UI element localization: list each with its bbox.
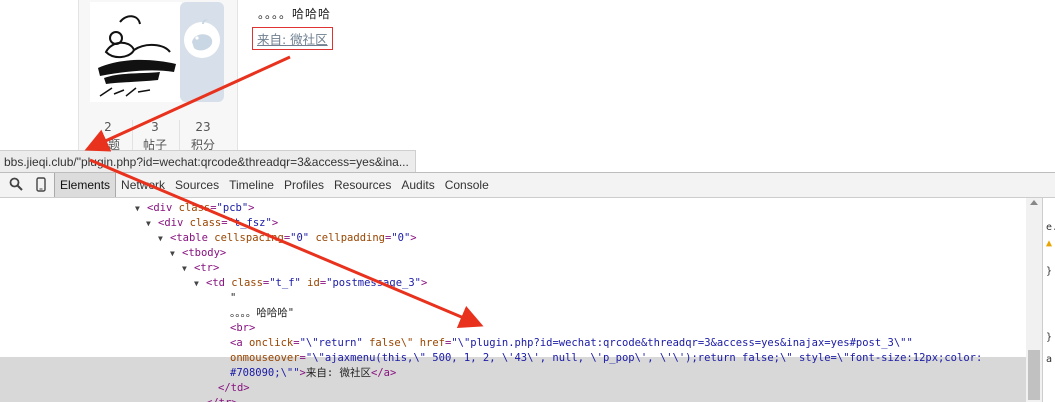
code-token: 。。。。哈哈哈": [230, 307, 295, 319]
scrollbar-thumb[interactable]: [1028, 350, 1040, 400]
code-token: id: [307, 277, 320, 289]
avatar-sketch-image: [98, 15, 176, 97]
tab-resources[interactable]: Resources: [329, 173, 396, 197]
avatar[interactable]: [90, 2, 182, 102]
wechat-avatar[interactable]: [180, 2, 224, 102]
expand-triangle-icon[interactable]: ▼: [135, 201, 147, 216]
post-message: 。。。。哈哈哈: [258, 7, 332, 21]
code-token: "\"plugin.php?id=wechat:qrcode&threadqr=…: [451, 337, 913, 349]
code-token: "t_f": [269, 277, 301, 289]
tab-network[interactable]: Network: [116, 173, 170, 197]
code-token: onclick: [248, 337, 294, 349]
code-token: "\"ajaxmenu(this,\" 500, 1, 2, \'43\', n…: [305, 352, 983, 364]
dom-tree-line[interactable]: #708090;\"">来自: 微社区</a>: [230, 366, 396, 381]
code-token: >: [271, 217, 279, 229]
styles-pane-text: e.: [1046, 222, 1055, 233]
devtools-panel: Elements Network Sources Timeline Profiles Re…: [0, 172, 1055, 402]
scroll-up-arrow-icon[interactable]: [1030, 200, 1038, 205]
dom-tree-line[interactable]: ▼ <table cellspacing="0" cellpadding="0">: [158, 231, 417, 246]
from-wsq-link[interactable]: 来自: 微社区: [252, 27, 333, 50]
dom-tree-line[interactable]: onmouseover="\"ajaxmenu(this,\" 500, 1, …: [230, 351, 982, 366]
code-token: <table: [170, 232, 215, 244]
stat-threads[interactable]: 2 主题: [86, 118, 130, 154]
stat-posts[interactable]: 3 帖子: [133, 118, 177, 154]
dom-tree-line[interactable]: ▼ <tbody>: [170, 246, 227, 261]
tab-console[interactable]: Console: [440, 173, 494, 197]
code-token: >: [248, 202, 255, 214]
code-token: href: [419, 337, 445, 349]
code-token: <div: [147, 202, 179, 214]
code-token: <a: [230, 337, 249, 349]
code-token: cellpadding: [315, 232, 385, 244]
devtools-toolbar: Elements Network Sources Timeline Profiles Re…: [0, 173, 1055, 198]
elements-tree: ▼ <div class="pcb"> ▼ <div class="t_fsz"> ▼ <…: [0, 198, 1026, 402]
device-mode-icon[interactable]: [33, 177, 49, 193]
dom-tree-line[interactable]: 。。。。哈哈哈": [230, 306, 294, 321]
whale-icon: [184, 19, 220, 58]
code-token: "postmessage_3": [326, 277, 421, 289]
code-token: #708090;\"": [230, 367, 300, 379]
styles-pane-text: a: [1046, 354, 1053, 365]
code-token: <tbody>: [182, 247, 227, 259]
tab-timeline[interactable]: Timeline: [224, 173, 279, 197]
stat-points[interactable]: 23 积分: [181, 118, 225, 154]
styles-pane-text: }: [1046, 332, 1053, 343]
code-token: >: [420, 277, 428, 289]
code-token: false\": [369, 337, 414, 349]
code-token: <br>: [230, 322, 256, 334]
code-token: "0": [290, 232, 310, 244]
expand-triangle-icon[interactable]: ▼: [170, 246, 182, 261]
devtools-tabs: Elements Network Sources Timeline Profiles Re…: [54, 173, 494, 197]
code-token: <div: [158, 217, 190, 229]
code-token: "pcb": [216, 202, 249, 214]
warning-icon: ▲: [1046, 238, 1053, 249]
forum-page: 2 主题 3 帖子 23 积分 。。。。哈哈哈 来自: 微社区 bbs.jieq…: [0, 0, 1055, 173]
expand-triangle-icon[interactable]: ▼: [182, 261, 194, 276]
dom-tree-line[interactable]: ▼ <td class="t_f" id="postmessage_3">: [194, 276, 428, 291]
dom-tree-line[interactable]: <br>: [230, 321, 255, 336]
code-token: >: [410, 232, 417, 244]
code-token: </tr>: [206, 397, 238, 402]
code-token: onmouseover: [230, 352, 300, 364]
dom-tree-line[interactable]: ▼ <tr>: [182, 261, 220, 276]
elements-scrollbar[interactable]: [1026, 198, 1042, 402]
tab-profiles[interactable]: Profiles: [279, 173, 329, 197]
code-token: <tr>: [194, 262, 220, 274]
code-token: </td>: [218, 382, 250, 394]
tab-elements[interactable]: Elements: [54, 173, 117, 197]
code-token: 来自: 微社区: [305, 367, 372, 379]
expand-triangle-icon[interactable]: ▼: [146, 216, 158, 231]
expand-triangle-icon[interactable]: ▼: [158, 231, 170, 246]
code-token: class: [231, 277, 263, 289]
status-url-tooltip: bbs.jieqi.club/"plugin.php?id=wechat:qrc…: [0, 150, 416, 173]
code-token: "\"return": [299, 337, 363, 349]
code-token: class: [189, 217, 222, 229]
dom-tree-line[interactable]: ▼ <div class="pcb">: [135, 201, 255, 216]
code-token: "t_fsz": [227, 217, 272, 229]
inspect-search-icon[interactable]: [8, 177, 24, 193]
code-token: <td: [206, 277, 232, 289]
expand-triangle-icon[interactable]: ▼: [194, 276, 206, 291]
tab-sources[interactable]: Sources: [170, 173, 224, 197]
dom-tree-line[interactable]: </td>: [218, 381, 250, 396]
dom-tree-line[interactable]: </tr>: [206, 396, 238, 402]
code-token: </a>: [371, 367, 397, 379]
code-token: cellspacing: [214, 232, 284, 244]
code-token: "0": [391, 232, 411, 244]
dom-tree-line[interactable]: ": [230, 291, 236, 306]
dom-tree-line[interactable]: <a onclick="\"return" false\" href="\"pl…: [230, 336, 913, 351]
code-token: class: [178, 202, 211, 214]
dom-tree-line[interactable]: ▼ <div class="t_fsz">: [146, 216, 279, 231]
styles-pane: e. ▲ } } a: [1042, 198, 1055, 402]
tab-audits[interactable]: Audits: [396, 173, 439, 197]
code-token: ": [230, 292, 237, 304]
styles-pane-text: }: [1046, 266, 1053, 277]
